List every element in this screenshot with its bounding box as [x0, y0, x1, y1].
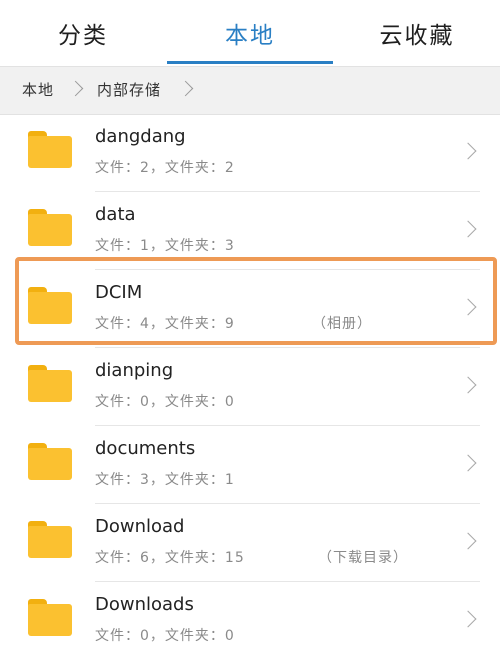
tab-category[interactable]: 分类 — [0, 0, 166, 66]
list-item[interactable]: dianping 文件：0，文件夹：0 — [0, 348, 500, 426]
chevron-right-icon — [459, 298, 477, 316]
list-item[interactable]: Download 文件：6，文件夹：15 （下载目录） — [0, 504, 500, 582]
list-item[interactable]: Downloads 文件：0，文件夹：0 — [0, 582, 500, 660]
folder-tag: （相册） — [312, 316, 372, 332]
folder-meta: 文件：1，文件夹：3 — [95, 238, 235, 254]
folder-meta: 文件：6，文件夹：15 — [95, 550, 245, 566]
folder-meta: 文件：0，文件夹：0 — [95, 394, 235, 410]
folder-name: DCIM — [95, 282, 143, 303]
folder-name: dangdang — [95, 126, 186, 147]
folder-icon — [28, 599, 72, 636]
list-item[interactable]: dangdang 文件：2，文件夹：2 — [0, 114, 500, 192]
folder-meta: 文件：3，文件夹：1 — [95, 472, 235, 488]
breadcrumb: 本地 内部存储 — [0, 66, 500, 115]
list-item[interactable]: DCIM 文件：4，文件夹：9 （相册） — [0, 270, 500, 348]
chevron-right-icon — [459, 142, 477, 160]
chevron-right-icon — [67, 80, 84, 97]
folder-icon — [28, 209, 72, 246]
folder-icon — [28, 131, 72, 168]
folder-icon — [28, 443, 72, 480]
folder-meta: 文件：2，文件夹：2 — [95, 160, 235, 176]
folder-name: documents — [95, 438, 196, 459]
folder-meta: 文件：0，文件夹：0 — [95, 628, 235, 644]
folder-icon — [28, 521, 72, 558]
list-item[interactable]: data 文件：1，文件夹：3 — [0, 192, 500, 270]
chevron-right-icon — [459, 220, 477, 238]
folder-icon — [28, 365, 72, 402]
active-tab-indicator — [167, 61, 333, 64]
list-item[interactable]: documents 文件：3，文件夹：1 — [0, 426, 500, 504]
chevron-right-icon — [177, 80, 194, 97]
chevron-right-icon — [459, 376, 477, 394]
tab-cloud-favorites[interactable]: 云收藏 — [334, 0, 500, 66]
breadcrumb-item-local[interactable]: 本地 — [22, 67, 54, 114]
breadcrumb-item-internal-storage[interactable]: 内部存储 — [97, 67, 161, 114]
folder-name: dianping — [95, 360, 174, 381]
chevron-right-icon — [459, 454, 477, 472]
folder-name: data — [95, 204, 136, 225]
tab-local[interactable]: 本地 — [167, 0, 333, 66]
folder-tag: （下载目录） — [318, 550, 408, 566]
chevron-right-icon — [459, 532, 477, 550]
chevron-right-icon — [459, 610, 477, 628]
folder-icon — [28, 287, 72, 324]
folder-name: Downloads — [95, 594, 194, 615]
folder-name: Download — [95, 516, 185, 537]
folder-meta: 文件：4，文件夹：9 — [95, 316, 235, 332]
top-tab-bar: 分类 本地 云收藏 — [0, 0, 500, 66]
